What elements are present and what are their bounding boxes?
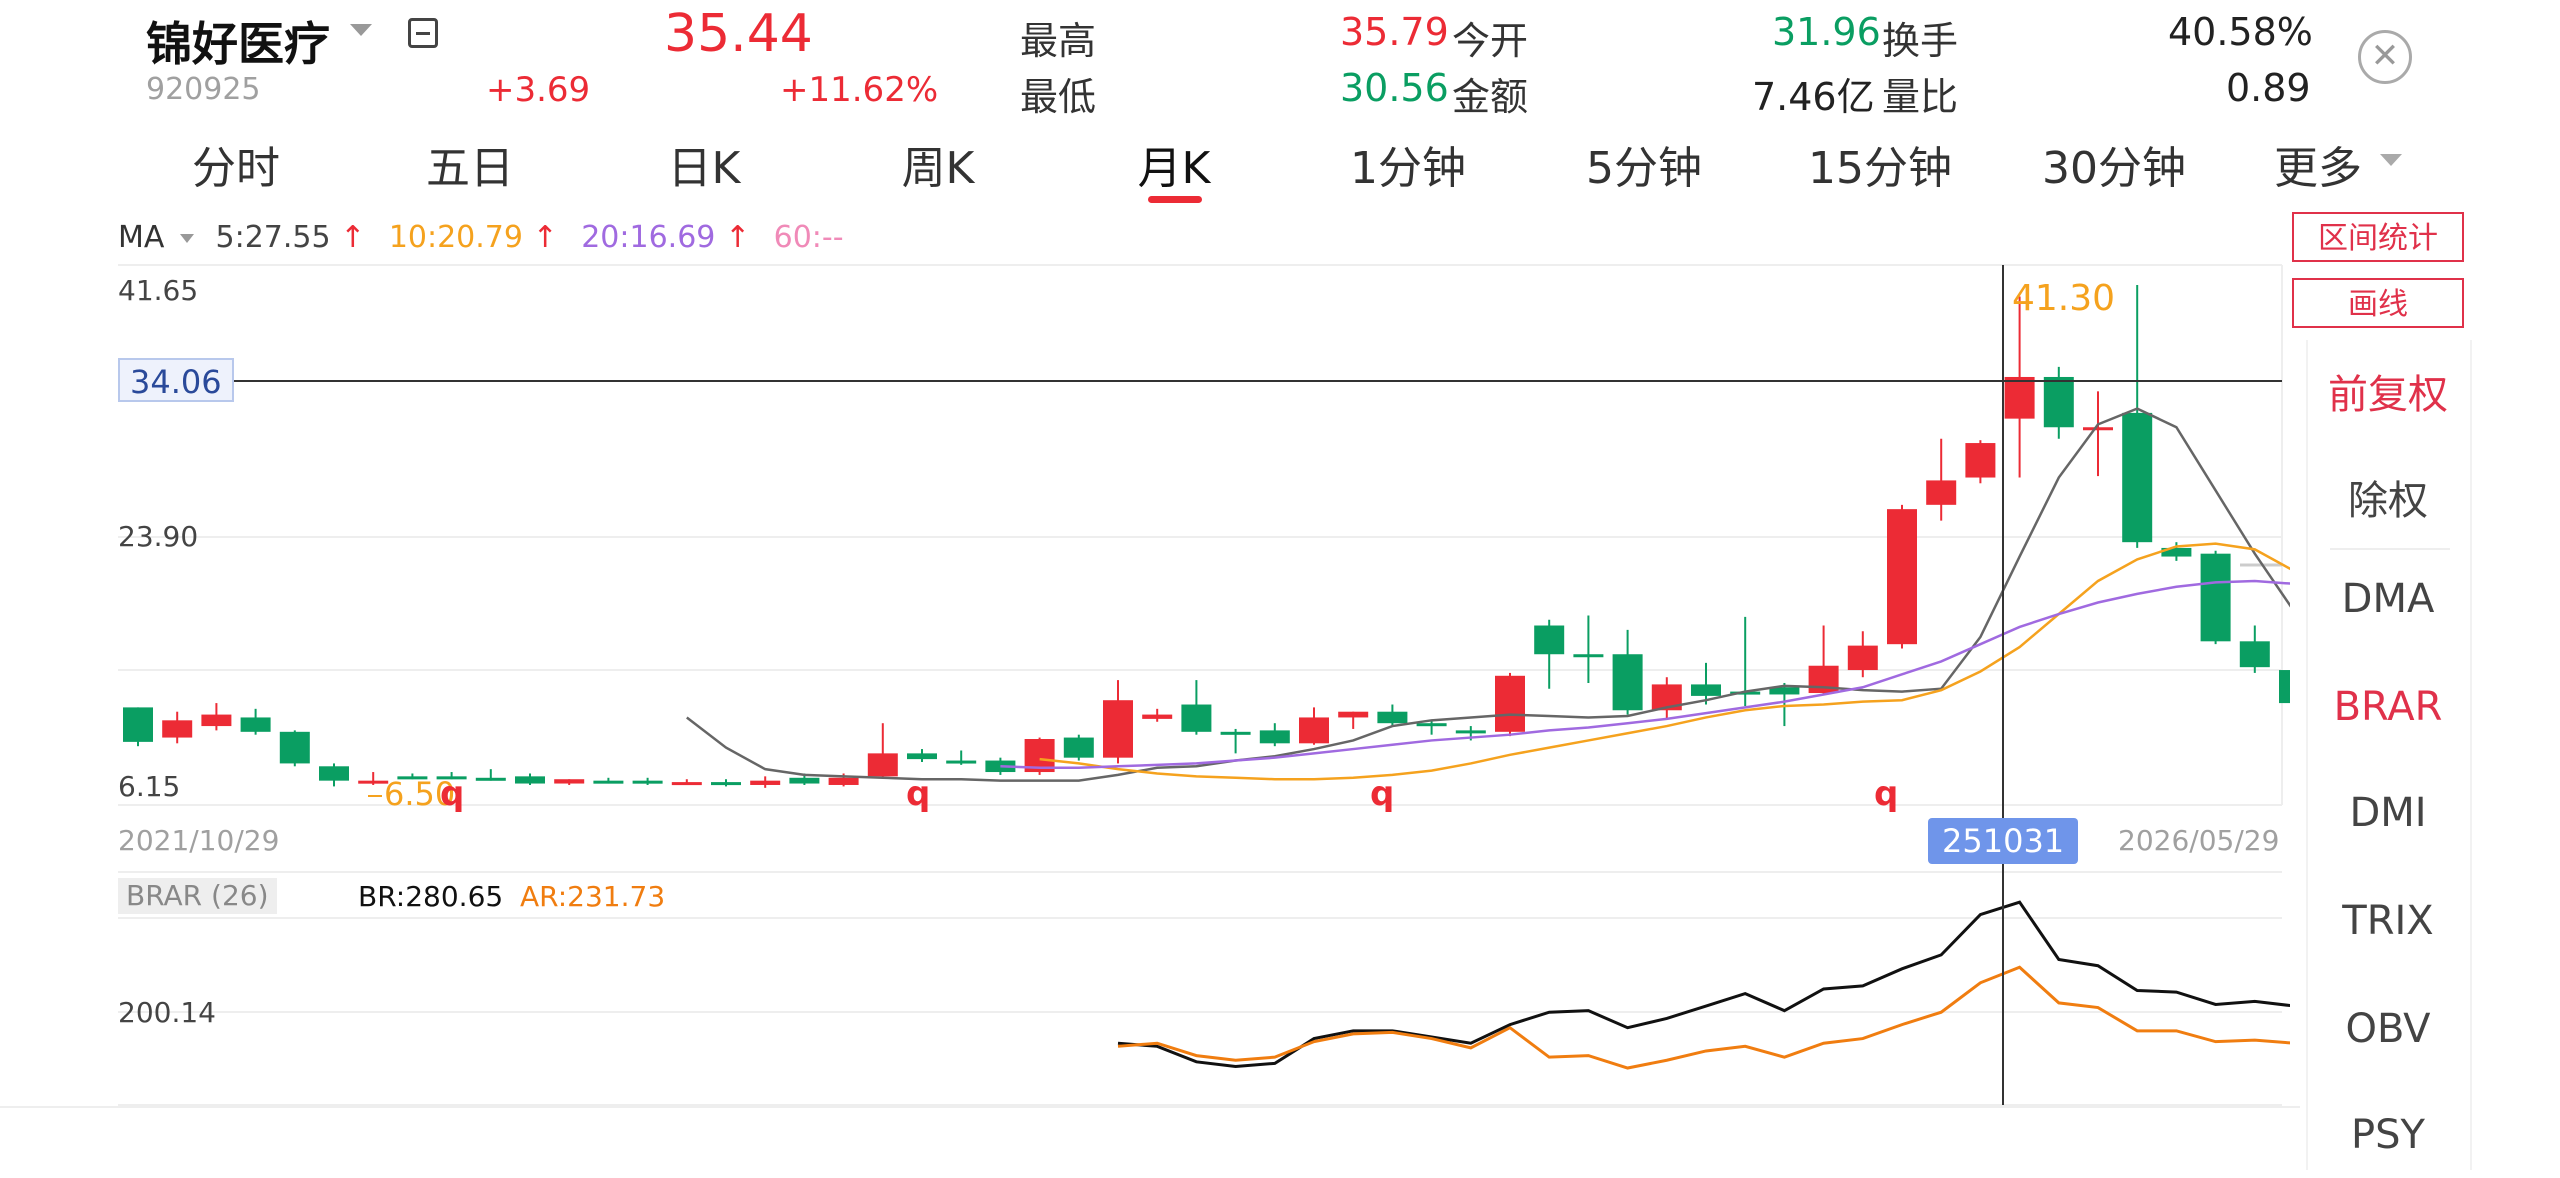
candle-body — [1259, 730, 1290, 744]
candle-body — [515, 776, 545, 784]
range-stats-button[interactable]: 区间统计 — [2292, 212, 2464, 262]
more-chevron-icon[interactable] — [2380, 154, 2402, 166]
candle-body — [201, 714, 232, 727]
main-grid — [118, 264, 2283, 1106]
candle-body — [1534, 625, 1565, 655]
candle-body — [1142, 714, 1173, 719]
candle-body — [1887, 509, 1917, 645]
side-item-dma[interactable]: DMA — [2308, 576, 2468, 622]
ma20-line — [1000, 579, 2290, 769]
candle-body — [2279, 670, 2290, 704]
candle-body — [1416, 723, 1447, 727]
side-item-psy[interactable]: PSY — [2308, 1112, 2468, 1158]
candle-body — [750, 780, 781, 785]
br-line — [1117, 900, 2290, 1068]
candle-body — [240, 717, 271, 732]
price-axis-bottom: 6.15 — [118, 770, 181, 803]
candle-body — [1103, 700, 1133, 758]
kline-chart[interactable] — [0, 0, 2290, 1178]
candle-body — [123, 707, 153, 742]
ma10-line — [1039, 542, 2290, 781]
bottom-divider — [0, 1106, 2300, 1108]
side-item-trix[interactable]: TRIX — [2308, 898, 2468, 944]
candle-body — [632, 780, 663, 784]
candle-body — [554, 779, 585, 784]
low-annotation-tick — [368, 795, 382, 797]
candle-body — [671, 782, 702, 786]
side-item-dmi[interactable]: DMI — [2308, 790, 2468, 836]
candle-body — [1299, 717, 1329, 744]
candle-body — [789, 777, 820, 784]
candle-body — [1220, 731, 1251, 735]
ma5-line — [686, 407, 2290, 782]
candle-body — [475, 777, 506, 781]
candle-body — [1338, 711, 1369, 718]
high-annotation: 41.30 — [2012, 278, 2116, 319]
side-item-obv[interactable]: OBV — [2308, 1006, 2468, 1052]
indicator-level: 200.14 — [118, 996, 216, 1029]
candle-body — [1495, 675, 1525, 732]
price-axis-mid: 23.90 — [118, 520, 199, 553]
candle-body — [319, 766, 349, 781]
candle-body — [828, 777, 859, 785]
candle-body — [1377, 711, 1408, 724]
side-item-forward-adjusted[interactable]: 前复权 — [2308, 362, 2468, 420]
candle-body — [593, 780, 624, 784]
indicator-selector[interactable]: BRAR (26) — [118, 878, 277, 914]
candle-body — [162, 720, 193, 738]
side-menu-divider — [2330, 548, 2450, 550]
ar-value: AR:231.73 — [520, 880, 666, 913]
candle-body — [907, 753, 937, 760]
crosshair-price-label: 34.06 — [118, 358, 234, 402]
candle-body — [2004, 376, 2035, 419]
candle-body — [2239, 641, 2270, 668]
candle-body — [1691, 684, 1721, 696]
time-axis-start: 2021/10/29 — [118, 824, 280, 857]
br-value: BR:280.65 — [358, 880, 504, 913]
q-marker[interactable]: q — [440, 774, 464, 814]
candle-body — [711, 782, 741, 786]
candle-body — [1612, 654, 1643, 711]
candle-body — [1965, 443, 1996, 478]
candle-body — [279, 731, 310, 764]
candle-body — [1847, 645, 1878, 671]
q-marker[interactable]: q — [1874, 774, 1898, 814]
time-axis-cursor: 251031 — [1928, 818, 2079, 864]
side-item-ex-rights[interactable]: 除权 — [2308, 468, 2468, 526]
candle-body — [2043, 376, 2074, 428]
q-marker[interactable]: q — [906, 774, 930, 814]
candle-body — [1063, 737, 1094, 758]
q-marker[interactable]: q — [1370, 774, 1394, 814]
candle-body — [946, 760, 977, 764]
candle-body — [1181, 704, 1212, 732]
candle-body — [2083, 427, 2113, 431]
close-icon[interactable]: ✕ — [2358, 30, 2412, 84]
draw-line-button[interactable]: 画线 — [2292, 278, 2464, 328]
time-axis-end: 2026/05/29 — [2118, 824, 2280, 857]
side-item-brar[interactable]: BRAR — [2308, 684, 2468, 730]
candle-body — [1573, 654, 1604, 658]
candle-body — [1455, 730, 1486, 734]
candle-body — [2200, 553, 2231, 642]
price-axis-top: 41.65 — [118, 274, 199, 307]
candle-body — [2122, 412, 2153, 543]
candle-body — [867, 753, 898, 777]
candle-body — [1926, 480, 1957, 505]
